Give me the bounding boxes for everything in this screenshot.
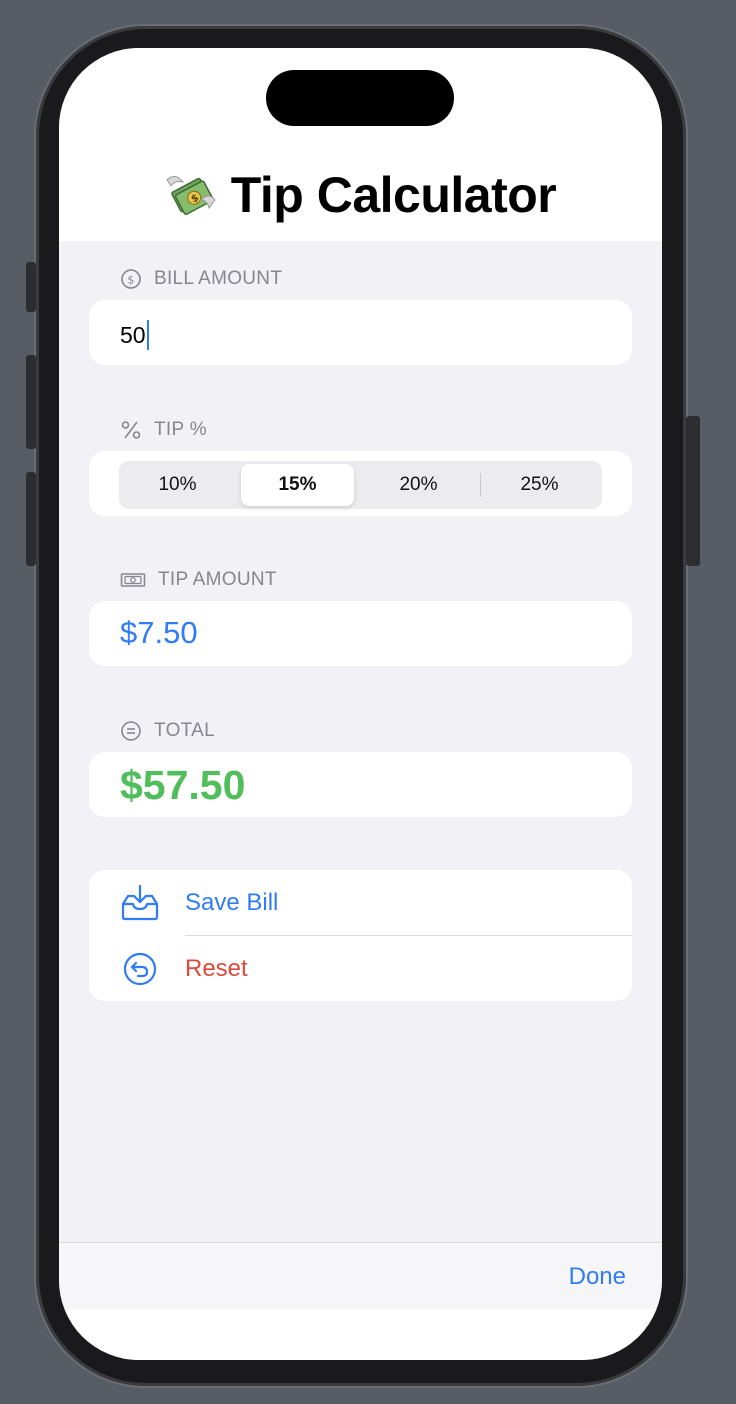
tip-percent-header: TIP % xyxy=(120,419,207,441)
tip-option-10[interactable]: 10% xyxy=(121,464,234,506)
dollar-circle-icon: $ xyxy=(121,269,141,289)
bill-amount-field[interactable]: 50 xyxy=(89,300,632,365)
app-screen: $ Tip Calculator $ BILL AMOUNT 50 TIP % xyxy=(59,48,662,1360)
reset-button[interactable]: Reset xyxy=(89,936,632,1001)
tip-amount-value: $7.50 xyxy=(120,615,198,650)
dynamic-island xyxy=(266,70,454,126)
bill-amount-header: $ BILL AMOUNT xyxy=(120,268,282,290)
volume-up-button xyxy=(26,355,36,449)
reset-label: Reset xyxy=(185,955,248,982)
percent-icon xyxy=(121,421,141,439)
page-title: $ Tip Calculator xyxy=(59,166,662,224)
actions-card: Save Bill Reset xyxy=(89,870,632,1001)
equal-circle-icon xyxy=(121,721,141,741)
done-button[interactable]: Done xyxy=(569,1263,626,1291)
tip-option-25[interactable]: 25% xyxy=(483,464,596,506)
save-bill-button[interactable]: Save Bill xyxy=(89,870,632,935)
tip-amount-label: TIP AMOUNT xyxy=(158,569,277,590)
banknote-icon xyxy=(120,573,146,587)
undo-circle-icon xyxy=(123,952,157,986)
bill-amount-label: BILL AMOUNT xyxy=(154,268,283,289)
action-button xyxy=(26,262,36,312)
total-header: TOTAL xyxy=(120,720,215,742)
tip-percent-label: TIP % xyxy=(154,419,207,440)
total-card: $57.50 xyxy=(89,752,632,817)
total-value: $57.50 xyxy=(120,762,246,808)
tip-amount-card: $7.50 xyxy=(89,601,632,666)
tip-percent-card: 10% 15% 20% 25% xyxy=(89,451,632,516)
total-label: TOTAL xyxy=(154,720,215,741)
keyboard-toolbar: Done xyxy=(59,1242,662,1309)
save-bill-label: Save Bill xyxy=(185,889,279,916)
home-indicator-area xyxy=(59,1309,662,1360)
text-cursor xyxy=(146,320,149,350)
tray-download-icon xyxy=(121,884,159,921)
tip-option-15[interactable]: 15% xyxy=(241,464,354,506)
tip-amount-header: TIP AMOUNT xyxy=(120,569,277,591)
segment-divider xyxy=(480,473,481,497)
power-button xyxy=(686,416,700,566)
money-with-wings-icon: $ xyxy=(166,176,216,215)
volume-down-button xyxy=(26,472,36,566)
page-title-text: Tip Calculator xyxy=(230,167,557,223)
tip-percent-segmented-control: 10% 15% 20% 25% xyxy=(119,461,602,509)
bill-amount-value: 50 xyxy=(120,321,146,348)
tip-option-20[interactable]: 20% xyxy=(362,464,475,506)
bill-amount-input[interactable]: 50 xyxy=(120,320,149,350)
svg-text:$: $ xyxy=(127,274,134,287)
